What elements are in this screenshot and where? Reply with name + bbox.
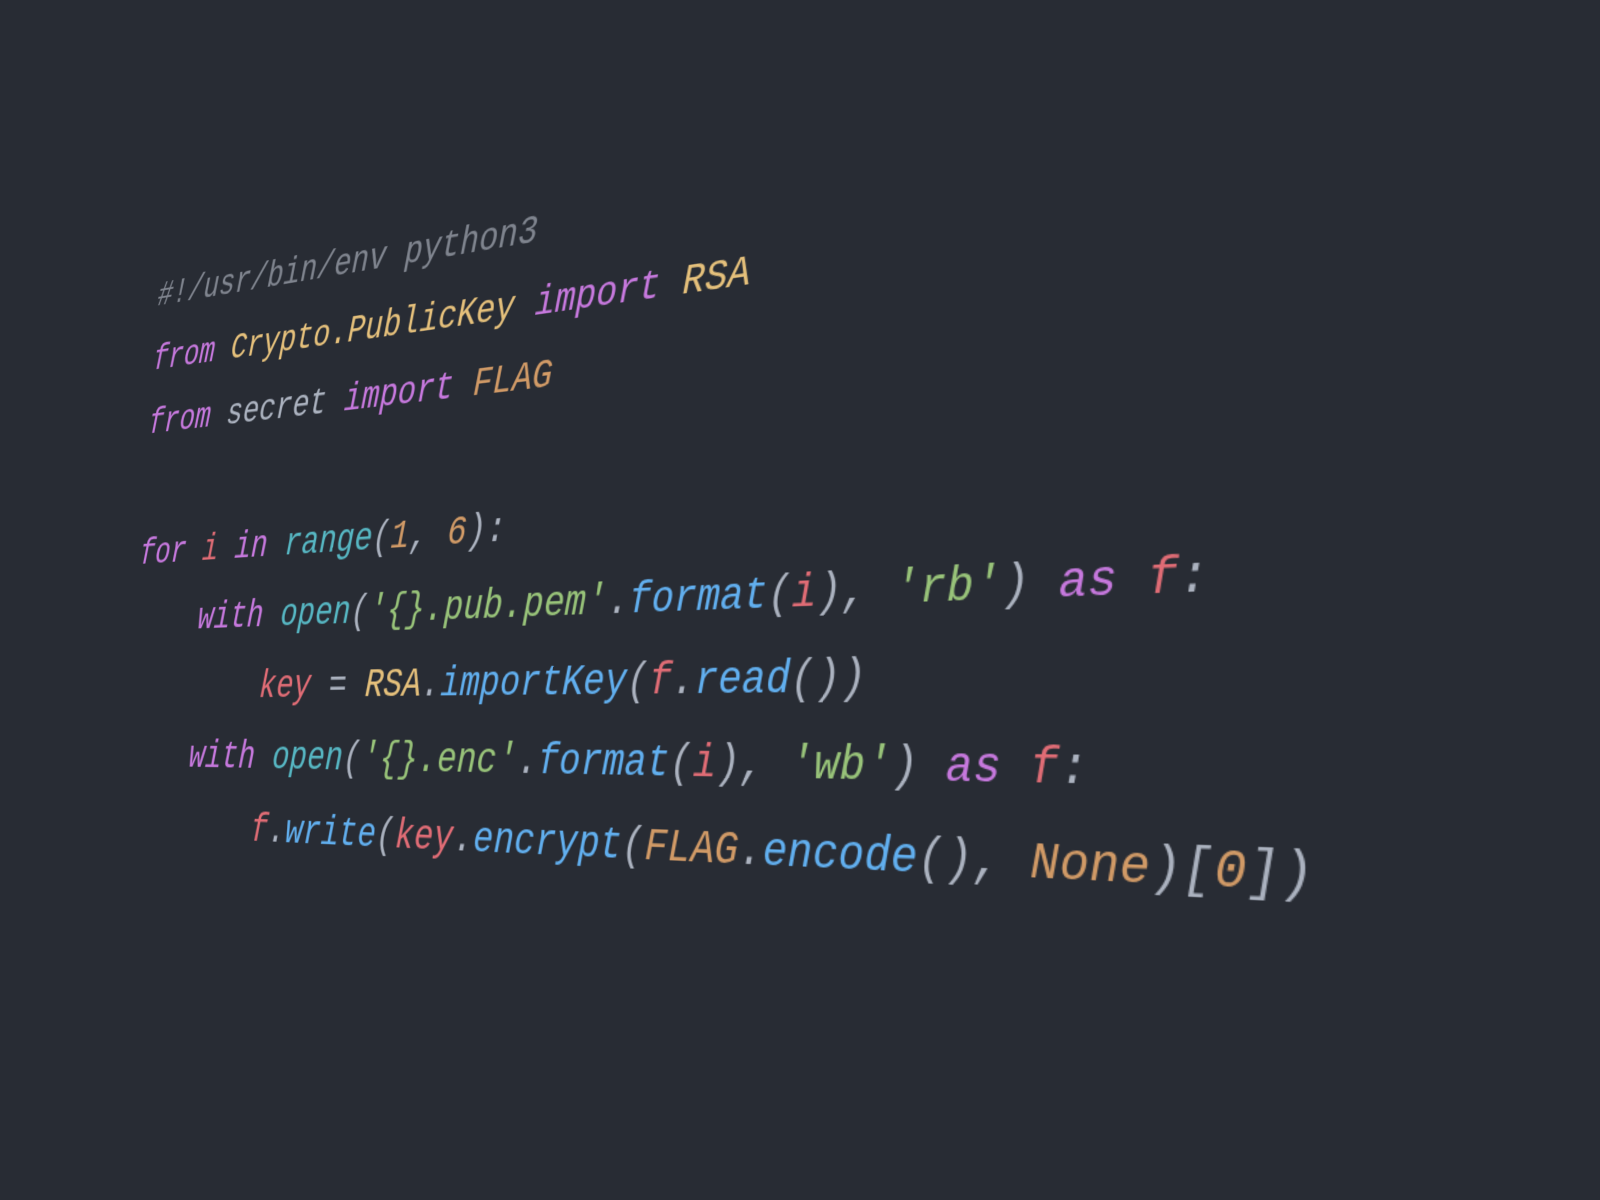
code-token: ( (375, 812, 396, 860)
code-token: . (671, 655, 695, 706)
code-token: range (283, 517, 373, 567)
code-token (1001, 740, 1030, 798)
code-token: ( (621, 820, 645, 872)
code-token: : (1178, 548, 1210, 608)
indent (120, 803, 252, 852)
code-token: format (537, 737, 670, 789)
code-token: ( (626, 656, 650, 706)
code-token (1117, 551, 1148, 610)
code-token: as (945, 740, 1001, 797)
code-token: RSA (364, 661, 422, 708)
code-token: read (694, 653, 791, 706)
code-token: as (1058, 552, 1117, 611)
code-token: f (1030, 740, 1059, 798)
code-token: ) (891, 740, 945, 796)
code-token: None (1030, 834, 1151, 899)
code-token: ]) (1246, 842, 1315, 908)
code-token: from (152, 331, 216, 380)
code-token: from (148, 397, 212, 445)
code-token: i (792, 567, 818, 620)
indent (125, 735, 191, 778)
code-token (453, 363, 474, 410)
code-token: ), (816, 563, 893, 619)
code-token: RSA (682, 248, 751, 306)
code-token: '{}.pub.pem' (368, 577, 609, 634)
code-token: key (394, 812, 455, 862)
code-token: . (452, 814, 474, 863)
code-token: ), (716, 738, 790, 792)
code-token (514, 281, 536, 329)
code-token: f (1147, 549, 1178, 608)
code-token: open (279, 590, 352, 637)
code-token: f (648, 656, 672, 707)
code-block: #!/usr/bin/env python3from Crypto.Public… (119, 0, 1600, 957)
code-token: open (271, 736, 344, 782)
code-token: FLAG (472, 352, 553, 407)
code-token: for (139, 531, 188, 575)
code-token: : (1059, 741, 1089, 800)
indent (134, 598, 199, 642)
code-token: '{}.enc' (360, 736, 518, 786)
code-token: 1 (390, 514, 411, 560)
code-token: )[ (1150, 838, 1214, 902)
code-token: 6 (446, 510, 467, 557)
code-token: 'rb' (893, 558, 1001, 617)
code-token: ) (1001, 555, 1058, 613)
code-token: . (516, 737, 539, 786)
code-token: encrypt (472, 815, 622, 871)
code-token: = (328, 662, 367, 708)
code-token: import (534, 262, 661, 327)
code-token: 'wb' (788, 739, 891, 795)
code-token: in (233, 525, 269, 570)
code-token: write (284, 809, 377, 859)
code-token: . (738, 824, 763, 879)
code-token: with (188, 735, 257, 780)
code-token: , (408, 511, 448, 559)
code-token: . (420, 661, 441, 708)
code-token: ( (371, 516, 392, 562)
code-token: key (258, 664, 312, 709)
code-token: importKey (439, 657, 627, 708)
code-token: encode (762, 825, 918, 887)
code-token: ()) (790, 651, 867, 705)
code-token: with (196, 594, 264, 639)
code-token (660, 258, 683, 309)
editor-viewport: #!/usr/bin/env python3from Crypto.Public… (0, 0, 1600, 1200)
code-token: format (629, 570, 769, 626)
code-token: 0 (1214, 840, 1248, 903)
code-token: secret (225, 382, 327, 436)
code-token: (), (917, 830, 1030, 892)
code-token: ( (767, 568, 792, 621)
code-token: i (692, 738, 717, 790)
code-token: import (343, 365, 455, 422)
code-token: . (607, 576, 630, 626)
indent (129, 665, 260, 709)
code-token: ): (466, 507, 507, 556)
code-token: ( (669, 738, 693, 790)
code-token: FLAG (644, 821, 739, 877)
